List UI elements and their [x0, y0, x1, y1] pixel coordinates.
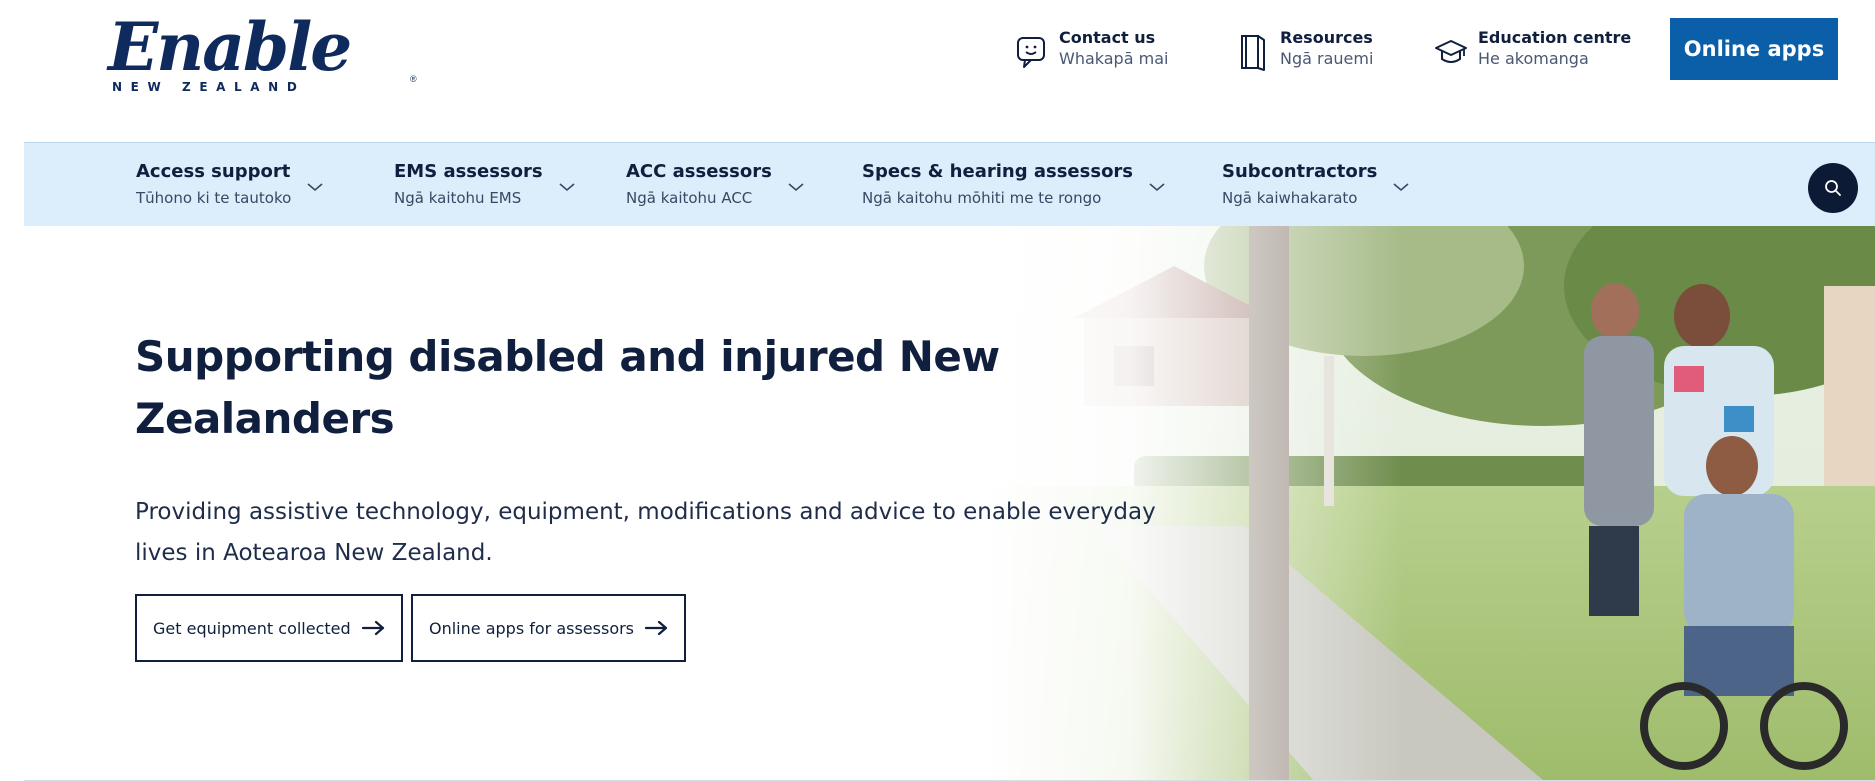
- nav-item-subtitle: Ngā kaitohu mōhiti me te rongo: [862, 189, 1102, 207]
- arrow-right-icon: [361, 620, 384, 636]
- hero-description: Providing assistive technology, equipmen…: [135, 499, 1156, 566]
- resources-title: Resources: [1280, 28, 1373, 47]
- nav-item-title: Access support: [136, 161, 291, 182]
- chevron-down-icon: [307, 183, 323, 192]
- hero-section: Supporting disabled and injured New Zeal…: [24, 226, 1875, 781]
- graduation-cap-icon: [1435, 40, 1467, 63]
- arrow-right-icon: [644, 620, 668, 636]
- hero-title: Supporting disabled and injured New Zeal…: [135, 332, 1000, 443]
- resources-link[interactable]: Resources Ngā rauemi: [1236, 28, 1373, 76]
- search-icon: [1825, 180, 1841, 196]
- education-centre-text: Education centre He akomanga: [1478, 28, 1631, 70]
- nav-item-text: Subcontractors Ngā kaiwhakarato: [1222, 159, 1377, 211]
- nav-item-access-support[interactable]: Access support Tūhono ki te tautoko: [136, 157, 325, 213]
- button-label: Online apps for assessors: [429, 618, 635, 638]
- contact-us-text: Contact us Whakapā mai: [1059, 28, 1168, 70]
- nav-item-title: Subcontractors: [1222, 161, 1378, 182]
- nav-item-title: EMS assessors: [394, 161, 543, 182]
- contact-us-link[interactable]: Contact us Whakapā mai: [1015, 28, 1168, 76]
- nav-item-text: ACC assessors Ngā kaitohu ACC: [626, 159, 772, 211]
- chevron-down-icon: [1393, 183, 1409, 192]
- logo-subtitle: NEW ZEALAND: [112, 80, 306, 94]
- logo-wordmark: Enable: [108, 8, 352, 86]
- search-button[interactable]: [1808, 163, 1858, 213]
- nav-item-title: ACC assessors: [626, 161, 772, 182]
- education-centre-subtitle: He akomanga: [1478, 49, 1589, 68]
- nav-item-text: Access support Tūhono ki te tautoko: [136, 159, 291, 211]
- nav-item-text: Specs & hearing assessors Ngā kaitohu mō…: [862, 159, 1133, 211]
- nav-item-subtitle: Ngā kaiwhakarato: [1222, 189, 1358, 207]
- button-label: Get equipment collected: [153, 618, 351, 638]
- contact-us-subtitle: Whakapā mai: [1059, 49, 1169, 68]
- nav-item-subtitle: Ngā kaitohu EMS: [394, 189, 522, 207]
- registered-mark-icon: ®: [410, 74, 417, 84]
- main-nav: Access support Tūhono ki te tautoko EMS …: [24, 142, 1875, 226]
- education-centre-title: Education centre: [1478, 28, 1632, 47]
- nav-item-subtitle: Ngā kaitohu ACC: [626, 189, 753, 207]
- contact-us-title: Contact us: [1059, 28, 1156, 47]
- chat-bubble-icon: [1017, 37, 1045, 68]
- enable-nz-logo[interactable]: Enable NEW ZEALAND ®: [108, 8, 417, 98]
- top-header: Enable NEW ZEALAND ® Contact us Whakapā …: [0, 0, 1875, 140]
- online-apps-button[interactable]: Online apps: [1670, 18, 1838, 80]
- chevron-down-icon: [559, 183, 575, 192]
- book-icon: [1241, 35, 1265, 71]
- nav-item-acc-assessors[interactable]: ACC assessors Ngā kaitohu ACC: [626, 157, 806, 213]
- nav-item-subcontractors[interactable]: Subcontractors Ngā kaiwhakarato: [1222, 157, 1411, 213]
- chevron-down-icon: [788, 183, 804, 192]
- nav-item-text: EMS assessors Ngā kaitohu EMS: [394, 159, 543, 211]
- nav-item-title: Specs & hearing assessors: [862, 161, 1134, 182]
- online-apps-for-assessors-button[interactable]: Online apps for assessors: [411, 594, 687, 662]
- chevron-down-icon: [1149, 183, 1165, 192]
- get-equipment-collected-button[interactable]: Get equipment collected: [135, 594, 403, 662]
- education-centre-link[interactable]: Education centre He akomanga: [1434, 28, 1631, 76]
- nav-item-subtitle: Tūhono ki te tautoko: [136, 189, 292, 207]
- resources-text: Resources Ngā rauemi: [1280, 28, 1373, 70]
- resources-subtitle: Ngā rauemi: [1280, 49, 1374, 68]
- nav-item-ems-assessors[interactable]: EMS assessors Ngā kaitohu EMS: [394, 157, 577, 213]
- nav-item-specs-hearing-assessors[interactable]: Specs & hearing assessors Ngā kaitohu mō…: [862, 157, 1167, 213]
